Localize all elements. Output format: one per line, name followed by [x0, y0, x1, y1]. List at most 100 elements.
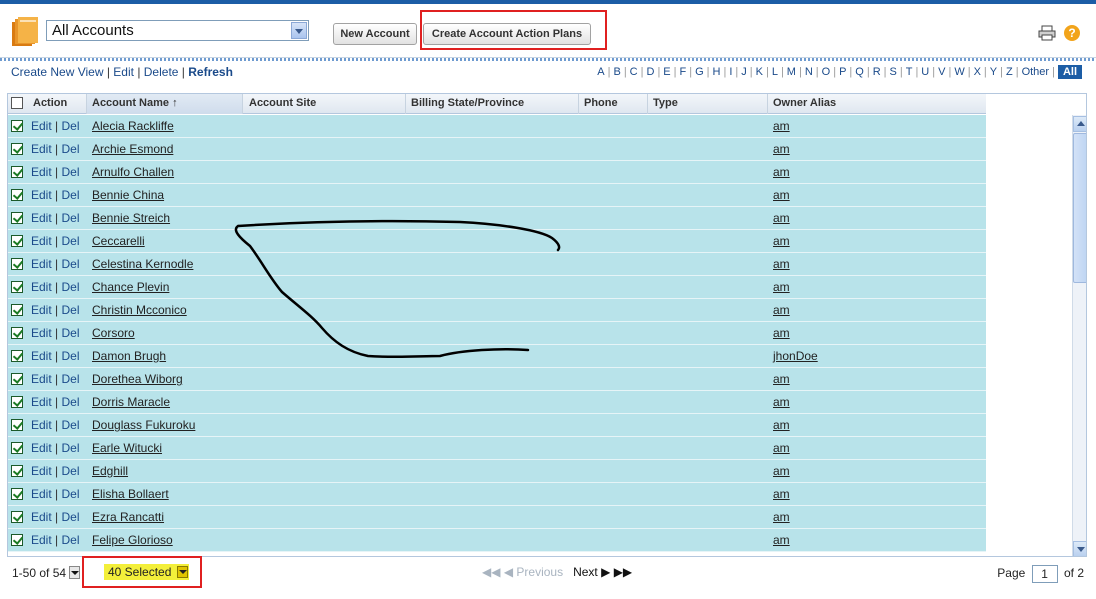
account-name-link[interactable]: Douglass Fukuroku: [92, 418, 195, 432]
delete-link[interactable]: Del: [61, 119, 79, 133]
alpha-filter-o[interactable]: O: [822, 66, 831, 78]
view-select[interactable]: All Accounts: [46, 20, 309, 41]
edit-view-link[interactable]: Edit: [113, 65, 134, 79]
account-name-link[interactable]: Chance Plevin: [92, 280, 169, 294]
alpha-filter-m[interactable]: M: [787, 66, 796, 78]
owner-alias-link[interactable]: am: [773, 142, 790, 156]
table-row[interactable]: Edit | Del Archie Esmond am: [8, 138, 986, 161]
account-name-link[interactable]: Dorris Maracle: [92, 395, 170, 409]
alpha-filter-b[interactable]: B: [613, 66, 620, 78]
scroll-down-icon[interactable]: [1073, 541, 1086, 556]
account-name-link[interactable]: Alecia Rackliffe: [92, 119, 174, 133]
edit-link[interactable]: Edit: [31, 441, 52, 455]
edit-link[interactable]: Edit: [31, 303, 52, 317]
alpha-filter-q[interactable]: Q: [855, 66, 864, 78]
owner-alias-link[interactable]: am: [773, 234, 790, 248]
row-checkbox[interactable]: [11, 465, 23, 477]
chevron-down-icon[interactable]: [291, 22, 307, 39]
alpha-filter-all[interactable]: All: [1057, 65, 1082, 79]
account-name-link[interactable]: Ceccarelli: [92, 234, 145, 248]
row-checkbox[interactable]: [11, 419, 23, 431]
delete-link[interactable]: Del: [61, 533, 79, 547]
table-row[interactable]: Edit | Del Earle Witucki am: [8, 437, 986, 460]
table-row[interactable]: Edit | Del Damon Brugh jhonDoe: [8, 345, 986, 368]
delete-link[interactable]: Del: [61, 395, 79, 409]
column-header-type[interactable]: Type: [653, 97, 678, 109]
edit-link[interactable]: Edit: [31, 326, 52, 340]
alpha-filter-e[interactable]: E: [663, 66, 670, 78]
delete-link[interactable]: Del: [61, 280, 79, 294]
alpha-filter-a[interactable]: A: [597, 66, 604, 78]
scroll-thumb[interactable]: [1073, 133, 1086, 283]
account-name-link[interactable]: Bennie China: [92, 188, 164, 202]
row-checkbox[interactable]: [11, 166, 23, 178]
table-row[interactable]: Edit | Del Felipe Glorioso am: [8, 529, 986, 552]
table-row[interactable]: Edit | Del Douglass Fukuroku am: [8, 414, 986, 437]
row-checkbox[interactable]: [11, 281, 23, 293]
account-name-link[interactable]: Felipe Glorioso: [92, 533, 173, 547]
print-icon[interactable]: [1038, 25, 1056, 41]
account-name-link[interactable]: Arnulfo Challen: [92, 165, 174, 179]
table-row[interactable]: Edit | Del Corsoro am: [8, 322, 986, 345]
edit-link[interactable]: Edit: [31, 280, 52, 294]
table-row[interactable]: Edit | Del Bennie China am: [8, 184, 986, 207]
delete-link[interactable]: Del: [61, 349, 79, 363]
column-header-account-site[interactable]: Account Site: [249, 97, 316, 109]
delete-link[interactable]: Del: [61, 464, 79, 478]
table-row[interactable]: Edit | Del Chance Plevin am: [8, 276, 986, 299]
row-checkbox[interactable]: [11, 120, 23, 132]
create-new-view-link[interactable]: Create New View: [11, 65, 103, 79]
alpha-filter-k[interactable]: K: [756, 66, 763, 78]
row-checkbox[interactable]: [11, 534, 23, 546]
row-checkbox[interactable]: [11, 442, 23, 454]
alpha-filter-j[interactable]: J: [741, 66, 747, 78]
new-account-button[interactable]: New Account: [333, 23, 417, 45]
owner-alias-link[interactable]: jhonDoe: [773, 349, 818, 363]
account-name-link[interactable]: Ezra Rancatti: [92, 510, 164, 524]
table-row[interactable]: Edit | Del Bennie Streich am: [8, 207, 986, 230]
row-checkbox[interactable]: [11, 350, 23, 362]
row-checkbox[interactable]: [11, 488, 23, 500]
delete-link[interactable]: Del: [61, 372, 79, 386]
owner-alias-link[interactable]: am: [773, 372, 790, 386]
edit-link[interactable]: Edit: [31, 487, 52, 501]
delete-link[interactable]: Del: [61, 303, 79, 317]
table-row[interactable]: Edit | Del Dorethea Wiborg am: [8, 368, 986, 391]
row-checkbox[interactable]: [11, 396, 23, 408]
owner-alias-link[interactable]: am: [773, 326, 790, 340]
row-checkbox[interactable]: [11, 212, 23, 224]
range-dropdown-icon[interactable]: [69, 566, 80, 579]
last-page-icon[interactable]: ▶▶: [614, 565, 632, 579]
select-all-checkbox[interactable]: [11, 97, 23, 109]
row-checkbox[interactable]: [11, 304, 23, 316]
table-row[interactable]: Edit | Del Ezra Rancatti am: [8, 506, 986, 529]
column-header-phone[interactable]: Phone: [584, 97, 618, 109]
owner-alias-link[interactable]: am: [773, 165, 790, 179]
delete-link[interactable]: Del: [61, 418, 79, 432]
table-row[interactable]: Edit | Del Elisha Bollaert am: [8, 483, 986, 506]
owner-alias-link[interactable]: am: [773, 487, 790, 501]
account-name-link[interactable]: Celestina Kernodle: [92, 257, 193, 271]
account-name-link[interactable]: Dorethea Wiborg: [92, 372, 183, 386]
alpha-filter-y[interactable]: Y: [990, 66, 997, 78]
page-number-input[interactable]: 1: [1031, 565, 1058, 583]
edit-link[interactable]: Edit: [31, 533, 52, 547]
delete-link[interactable]: Del: [61, 165, 79, 179]
column-header-owner-alias[interactable]: Owner Alias: [773, 97, 836, 109]
delete-link[interactable]: Del: [61, 326, 79, 340]
delete-link[interactable]: Del: [61, 188, 79, 202]
delete-link[interactable]: Del: [61, 142, 79, 156]
vertical-scrollbar[interactable]: [1072, 115, 1086, 556]
table-row[interactable]: Edit | Del Edghill am: [8, 460, 986, 483]
next-link[interactable]: Next: [573, 565, 598, 579]
alpha-filter-other[interactable]: Other: [1022, 66, 1050, 78]
owner-alias-link[interactable]: am: [773, 510, 790, 524]
owner-alias-link[interactable]: am: [773, 211, 790, 225]
owner-alias-link[interactable]: am: [773, 257, 790, 271]
alpha-filter-x[interactable]: X: [974, 66, 981, 78]
row-checkbox[interactable]: [11, 143, 23, 155]
edit-link[interactable]: Edit: [31, 418, 52, 432]
delete-link[interactable]: Del: [61, 510, 79, 524]
account-name-link[interactable]: Earle Witucki: [92, 441, 162, 455]
edit-link[interactable]: Edit: [31, 395, 52, 409]
